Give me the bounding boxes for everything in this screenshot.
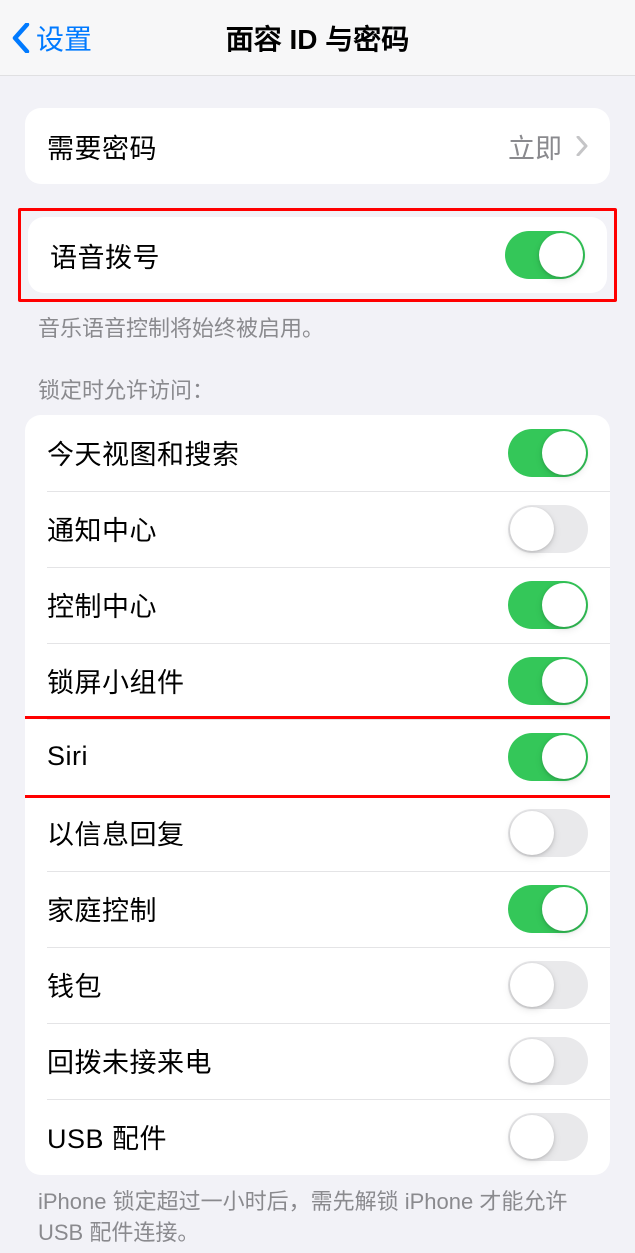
chevron-right-icon bbox=[576, 136, 588, 156]
access-row-label: 通知中心 bbox=[47, 509, 157, 548]
toggle-thumb bbox=[539, 233, 583, 277]
access-row-label: 今天视图和搜索 bbox=[47, 433, 240, 472]
access-row-label: 钱包 bbox=[47, 965, 102, 1004]
toggle-thumb bbox=[510, 963, 554, 1007]
toggle-thumb bbox=[542, 887, 586, 931]
require-passcode-value-text: 立即 bbox=[508, 127, 562, 166]
access-toggle[interactable] bbox=[508, 581, 588, 629]
access-row: 通知中心 bbox=[25, 491, 610, 567]
chevron-left-icon bbox=[12, 23, 30, 53]
voice-dial-footer: 音乐语音控制将始终被启用。 bbox=[0, 302, 635, 345]
access-toggle[interactable] bbox=[508, 809, 588, 857]
access-toggle[interactable] bbox=[508, 1037, 588, 1085]
require-passcode-value: 立即 bbox=[508, 127, 588, 166]
toggle-thumb bbox=[542, 431, 586, 475]
toggle-thumb bbox=[510, 811, 554, 855]
access-row-label: 以信息回复 bbox=[47, 813, 185, 852]
access-header: 锁定时允许访问： bbox=[0, 345, 635, 415]
toggle-thumb bbox=[542, 659, 586, 703]
access-toggle[interactable] bbox=[508, 885, 588, 933]
navigation-bar: 设置 面容 ID 与密码 bbox=[0, 0, 635, 76]
access-row: 今天视图和搜索 bbox=[25, 415, 610, 491]
voice-dial-label: 语音拨号 bbox=[50, 236, 160, 275]
require-passcode-group: 需要密码 立即 bbox=[25, 108, 610, 184]
access-toggle[interactable] bbox=[508, 505, 588, 553]
access-row: 钱包 bbox=[25, 947, 610, 1023]
toggle-thumb bbox=[542, 735, 586, 779]
access-row: 控制中心 bbox=[25, 567, 610, 643]
access-row-label: 回拨未接来电 bbox=[47, 1041, 212, 1080]
access-toggle[interactable] bbox=[508, 733, 588, 781]
access-row-label: 控制中心 bbox=[47, 585, 157, 624]
access-row: USB 配件 bbox=[25, 1099, 610, 1175]
access-row-label: 家庭控制 bbox=[47, 889, 157, 928]
access-toggle[interactable] bbox=[508, 429, 588, 477]
lock-access-group: 今天视图和搜索通知中心控制中心锁屏小组件 Siri 以信息回复家庭控制钱包回拨未接来… bbox=[25, 415, 610, 1175]
toggle-thumb bbox=[510, 1039, 554, 1083]
page-title: 面容 ID 与密码 bbox=[226, 18, 410, 58]
toggle-thumb bbox=[510, 1115, 554, 1159]
access-row: 家庭控制 bbox=[25, 871, 610, 947]
voice-dial-group: 语音拨号 bbox=[28, 217, 607, 293]
back-label: 设置 bbox=[36, 18, 92, 58]
access-row: Siri bbox=[25, 719, 610, 795]
access-row-label: Siri bbox=[47, 741, 88, 772]
require-passcode-row[interactable]: 需要密码 立即 bbox=[25, 108, 610, 184]
access-toggle[interactable] bbox=[508, 657, 588, 705]
access-toggle[interactable] bbox=[508, 1113, 588, 1161]
access-row-label: USB 配件 bbox=[47, 1117, 167, 1156]
toggle-thumb bbox=[510, 507, 554, 551]
access-row: 回拨未接来电 bbox=[25, 1023, 610, 1099]
voice-dial-highlight: 语音拨号 bbox=[18, 208, 617, 302]
voice-dial-toggle[interactable] bbox=[505, 231, 585, 279]
access-row: 以信息回复 bbox=[25, 795, 610, 871]
require-passcode-label: 需要密码 bbox=[47, 127, 157, 166]
access-row: 锁屏小组件 bbox=[25, 643, 610, 719]
voice-dial-row: 语音拨号 bbox=[28, 217, 607, 293]
access-toggle[interactable] bbox=[508, 961, 588, 1009]
back-button[interactable]: 设置 bbox=[12, 18, 92, 58]
toggle-thumb bbox=[542, 583, 586, 627]
access-footer: iPhone 锁定超过一小时后，需先解锁 iPhone 才能允许 USB 配件连… bbox=[0, 1175, 635, 1249]
access-row-label: 锁屏小组件 bbox=[47, 661, 185, 700]
